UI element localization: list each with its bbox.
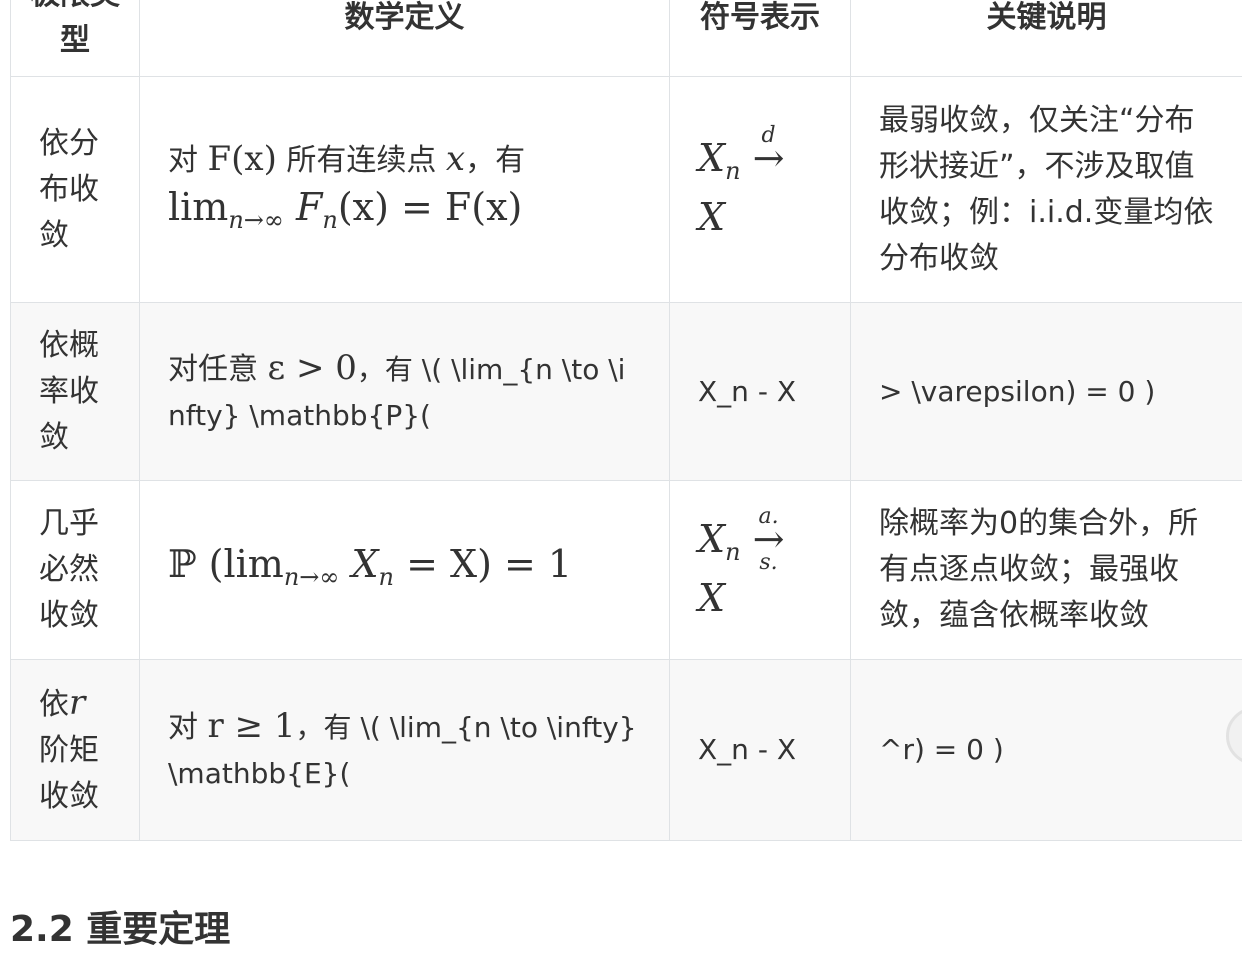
cell-definition: 对 F(x) 所有连续点 x，有 limn→∞ Fn(x) = F(x) xyxy=(140,77,670,303)
def-math: r ≥ 1 xyxy=(208,706,296,746)
header-math-definition: 数学定义 xyxy=(140,0,670,77)
cell-symbol: Xn d→X xyxy=(670,77,851,303)
cell-note: > \varepsilon) = 0 ) xyxy=(851,303,1242,481)
def-text: 所有连续点 xyxy=(277,143,446,178)
def-math: x xyxy=(446,139,465,179)
symbol-formula: Xn d→X xyxy=(698,136,784,239)
def-math: F(x) xyxy=(208,139,277,179)
table-row: 依分布收敛 对 F(x) 所有连续点 x，有 limn→∞ Fn(x) = F(… xyxy=(11,77,1242,303)
header-limit-type: 极限类型 xyxy=(11,0,140,77)
section-heading: 2.2 重要定理 xyxy=(10,900,230,960)
cell-symbol: Xn a.s.→X xyxy=(670,481,851,660)
header-symbol: 符号表示 xyxy=(670,0,851,77)
cell-type: 几乎必然收敛 xyxy=(11,481,140,660)
cell-symbol: X_n - X xyxy=(670,660,851,841)
table-row: 依r阶矩收敛 对 r ≥ 1，有 \( \lim_{n \to \infty} … xyxy=(11,660,1242,841)
header-key-notes: 关键说明 xyxy=(851,0,1242,77)
cell-definition: 对任意 ε > 0，有 \( \lim_{n \to \infty} \math… xyxy=(140,303,670,481)
symbol-formula: Xn a.s.→X xyxy=(698,517,784,620)
convergence-table: 极限类型 数学定义 符号表示 关键说明 依分布收敛 对 F(x) 所有连续点 x… xyxy=(10,0,1242,841)
cell-definition: 对 r ≥ 1，有 \( \lim_{n \to \infty} \mathbb… xyxy=(140,660,670,841)
def-text: 对任意 xyxy=(168,352,268,387)
cell-definition: ℙ (limn→∞ Xn = X) = 1 xyxy=(140,481,670,660)
cell-note: 最弱收敛，仅关注“分布形状接近”，不涉及取值收敛；例：i.i.d.变量均依分布收… xyxy=(851,77,1242,303)
cell-type: 依概率收敛 xyxy=(11,303,140,481)
def-math: ε > 0 xyxy=(268,348,357,388)
def-text: 对 xyxy=(168,143,208,178)
def-formula: limn→∞ Fn(x) = F(x) xyxy=(168,185,522,229)
table-row: 几乎必然收敛 ℙ (limn→∞ Xn = X) = 1 Xn a.s.→X 除… xyxy=(11,481,1242,660)
table-row: 依概率收敛 对任意 ε > 0，有 \( \lim_{n \to \infty}… xyxy=(11,303,1242,481)
def-text: ，有 xyxy=(465,143,525,178)
table-header-row: 极限类型 数学定义 符号表示 关键说明 xyxy=(11,0,1242,77)
cell-type: 依分布收敛 xyxy=(11,77,140,303)
cell-note: ^r) = 0 ) xyxy=(851,660,1242,841)
def-formula: ℙ (limn→∞ Xn = X) = 1 xyxy=(168,542,572,586)
cell-type: 依r阶矩收敛 xyxy=(11,660,140,841)
cell-note: 除概率为0的集合外，所有点逐点收敛；最强收敛，蕴含依概率收敛 xyxy=(851,481,1242,660)
cell-symbol: X_n - X xyxy=(670,303,851,481)
def-text: 对 xyxy=(168,710,208,745)
